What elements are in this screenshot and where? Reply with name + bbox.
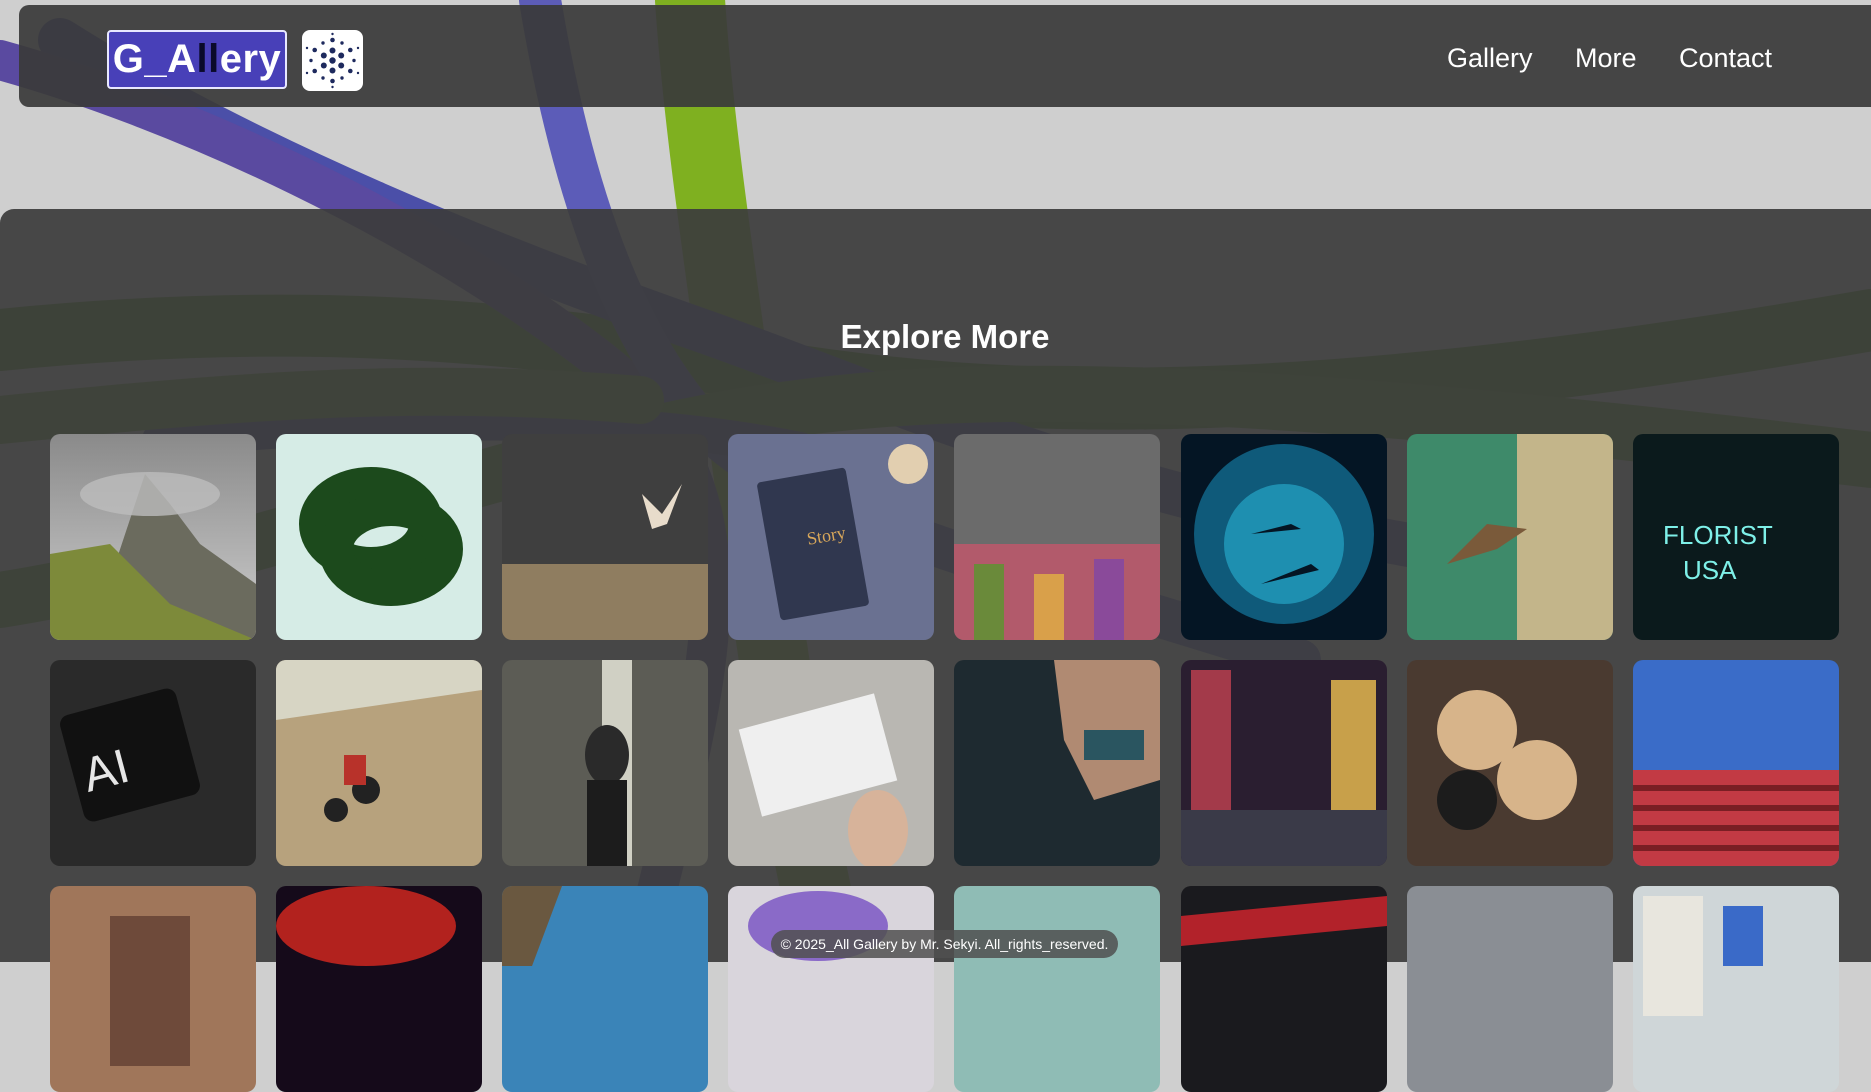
page-title: Explore More — [840, 318, 1050, 355]
gallery-image-white-buildings[interactable] — [1633, 886, 1839, 1092]
gallery-image-purple-tree[interactable] — [728, 886, 934, 1092]
gallery-image-divers[interactable] — [1181, 434, 1387, 640]
gallery-image-nebula[interactable] — [276, 886, 482, 1092]
top-navbar: G_Allery Gallery More Contact — [19, 5, 1871, 107]
gallery-image-city-night[interactable] — [1181, 660, 1387, 866]
gallery-image-hand-card[interactable] — [728, 660, 934, 866]
gallery-image-red-building[interactable] — [1633, 660, 1839, 866]
logo-text-part-1: G_A — [112, 37, 197, 81]
nav-more-link[interactable]: More — [1575, 43, 1637, 74]
gallery-image-exercise[interactable] — [954, 660, 1160, 866]
svg-text:FLORIST: FLORIST — [1663, 520, 1773, 550]
nav-gallery-link[interactable]: Gallery — [1447, 43, 1533, 74]
gallery-image-red-abstract[interactable] — [1181, 886, 1387, 1092]
gallery-image-hummingbird[interactable] — [1407, 434, 1613, 640]
gallery-image-coffee[interactable] — [1407, 660, 1613, 866]
footer-copyright: © 2025_All Gallery by Mr. Sekyi. All_rig… — [771, 930, 1118, 958]
gallery-image-teal-water[interactable] — [954, 886, 1160, 1092]
gallery-image-journal[interactable]: Story — [728, 434, 934, 640]
site-logo[interactable]: G_Allery — [107, 30, 287, 89]
gallery-image-rock-arch[interactable] — [502, 886, 708, 1092]
dotted-circle-icon[interactable] — [302, 30, 363, 91]
logo-text-part-2: ll — [196, 37, 220, 81]
gallery-image-grass-knot[interactable] — [276, 434, 482, 640]
gallery-image-crowd[interactable] — [954, 434, 1160, 640]
gallery-image-ai-chip[interactable]: AI — [50, 660, 256, 866]
nav-contact-link[interactable]: Contact — [1679, 43, 1772, 74]
logo-text-part-3: ery — [219, 37, 282, 81]
gallery-image-woman-street[interactable] — [502, 660, 708, 866]
gallery-image-neon-sign[interactable]: FLORIST USA — [1633, 434, 1839, 640]
gallery-image-wood-room[interactable] — [50, 886, 256, 1092]
svg-text:USA: USA — [1683, 555, 1737, 585]
gallery-image-mountain[interactable] — [50, 434, 256, 640]
gallery-image-dirt-bike[interactable] — [276, 660, 482, 866]
gallery-image-owl[interactable] — [502, 434, 708, 640]
gallery-image-grey-sky[interactable] — [1407, 886, 1613, 1092]
